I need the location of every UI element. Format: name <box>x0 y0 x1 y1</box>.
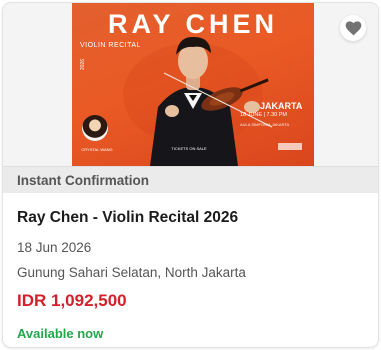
event-card[interactable]: RAY CHEN VIOLIN RECITAL 2026 CRYSTAL WAN… <box>2 2 379 348</box>
guest-name: CRYSTAL WANG <box>81 147 113 152</box>
poster-city: JAKARTA <box>260 101 303 111</box>
availability-status: Available now <box>17 326 104 341</box>
poster-title: RAY CHEN <box>107 9 279 39</box>
poster-tickets-text: TICKETS ON SALE <box>171 146 207 151</box>
event-name[interactable]: Ray Chen - Violin Recital 2026 <box>17 209 364 231</box>
event-location: Gunung Sahari Selatan, North Jakarta <box>17 265 246 280</box>
poster-venue: AULA SIMFONIA JAKARTA <box>240 122 290 127</box>
sponsor-logo <box>278 143 302 150</box>
event-date: 18 Jun 2026 <box>17 240 92 255</box>
event-image-area[interactable]: RAY CHEN VIOLIN RECITAL 2026 CRYSTAL WAN… <box>3 3 378 166</box>
event-poster: RAY CHEN VIOLIN RECITAL 2026 CRYSTAL WAN… <box>72 3 314 166</box>
instant-confirmation-banner: Instant Confirmation <box>3 166 378 193</box>
heart-icon <box>345 20 361 35</box>
poster-date-time: 18 JUNE | 7.30 PM <box>240 112 287 118</box>
favorite-button[interactable] <box>340 15 366 41</box>
poster-subtitle: VIOLIN RECITAL <box>80 42 141 49</box>
event-price: IDR 1,092,500 <box>17 291 127 310</box>
poster-year: 2026 <box>80 59 86 71</box>
guest-portrait <box>82 115 108 141</box>
